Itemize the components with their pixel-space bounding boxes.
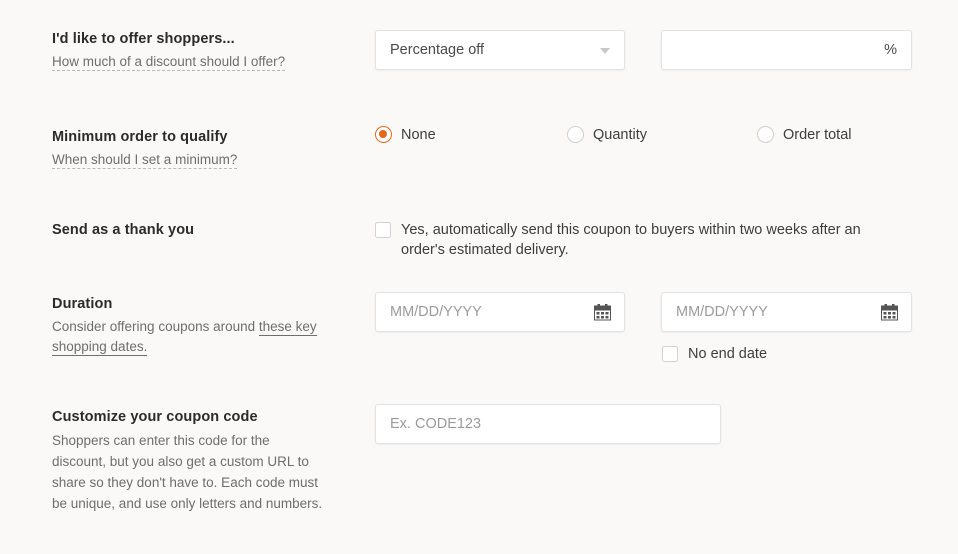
duration-subtitle-text: Consider offering coupons around xyxy=(52,319,259,334)
offer-field-col: Percentage off xyxy=(375,30,625,70)
offer-amount-col: % xyxy=(661,30,912,70)
thank-you-checkbox-label: Yes, automatically send this coupon to b… xyxy=(401,222,861,258)
duration-title: Duration xyxy=(52,296,113,312)
no-end-date-checkbox[interactable] xyxy=(662,346,678,362)
radio-none-indicator xyxy=(375,126,392,143)
no-end-date-label: No end date xyxy=(688,346,768,362)
duration-start-col: MM/DD/YYYY xyxy=(375,292,625,332)
radio-order-total-label: Order total xyxy=(783,126,852,143)
offer-title: I'd like to offer shoppers... xyxy=(52,31,235,47)
radio-option-order-total[interactable]: Order total xyxy=(757,126,852,143)
thank-you-title: Send as a thank you xyxy=(52,222,195,238)
radio-none-label: None xyxy=(401,126,436,143)
chevron-down-icon xyxy=(600,48,610,54)
offer-label-col: I'd like to offer shoppers... How much o… xyxy=(52,30,352,72)
end-date-placeholder: MM/DD/YYYY xyxy=(676,304,768,320)
calendar-icon[interactable] xyxy=(881,304,898,321)
thank-you-checkbox-row[interactable]: Yes, automatically send this coupon to b… xyxy=(375,220,885,260)
start-date-placeholder: MM/DD/YYYY xyxy=(390,304,482,320)
thank-you-checkbox[interactable] xyxy=(375,222,391,238)
coupon-code-subtitle: Shoppers can enter this code for the dis… xyxy=(52,433,323,511)
coupon-code-title: Customize your coupon code xyxy=(52,409,258,425)
percent-suffix: % xyxy=(884,42,897,58)
end-date-input[interactable]: MM/DD/YYYY xyxy=(661,292,912,332)
coupon-code-input[interactable]: Ex. CODE123 xyxy=(375,404,721,444)
coupon-code-field-col: Ex. CODE123 xyxy=(375,404,721,444)
calendar-icon[interactable] xyxy=(594,304,611,321)
discount-type-value: Percentage off xyxy=(390,42,485,58)
duration-label-col: Duration Consider offering coupons aroun… xyxy=(52,295,352,357)
no-end-date-row[interactable]: No end date xyxy=(662,344,767,364)
radio-option-none[interactable]: None xyxy=(375,126,436,143)
start-date-input[interactable]: MM/DD/YYYY xyxy=(375,292,625,332)
minimum-subtitle-tooltip-link[interactable]: When should I set a minimum? xyxy=(52,152,238,169)
minimum-radio-group: None Quantity Order total xyxy=(375,126,935,146)
coupon-form-page: I'd like to offer shoppers... How much o… xyxy=(0,0,958,554)
radio-order-total-indicator xyxy=(757,126,774,143)
discount-type-select[interactable]: Percentage off xyxy=(375,30,625,70)
thank-you-label-col: Send as a thank you xyxy=(52,221,352,240)
minimum-title: Minimum order to qualify xyxy=(52,129,228,145)
radio-quantity-indicator xyxy=(567,126,584,143)
coupon-code-label-col: Customize your coupon code Shoppers can … xyxy=(52,408,324,514)
discount-amount-input[interactable]: % xyxy=(661,30,912,70)
offer-subtitle-tooltip-link[interactable]: How much of a discount should I offer? xyxy=(52,54,286,71)
duration-end-col: MM/DD/YYYY No end date xyxy=(661,292,912,362)
duration-subtitle: Consider offering coupons around these k… xyxy=(52,317,352,357)
coupon-code-placeholder: Ex. CODE123 xyxy=(390,416,482,432)
minimum-label-col: Minimum order to qualify When should I s… xyxy=(52,128,352,170)
radio-quantity-label: Quantity xyxy=(593,126,647,143)
radio-option-quantity[interactable]: Quantity xyxy=(567,126,647,143)
